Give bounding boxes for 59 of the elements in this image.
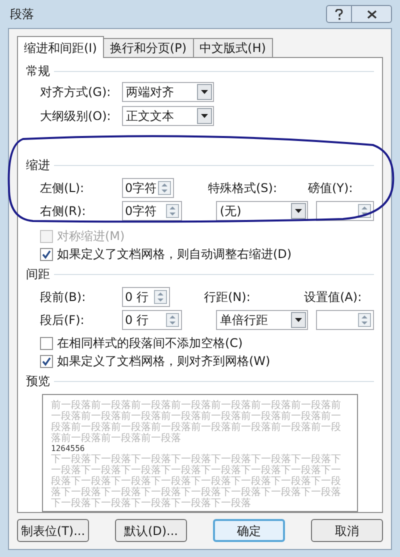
- preview-sample: 1264556: [51, 444, 86, 454]
- field-label: 磅值(Y):: [308, 180, 354, 197]
- tab[interactable]: 换行和分页(P): [104, 38, 194, 57]
- dialog-button[interactable]: 默认(D)...: [114, 519, 187, 542]
- tab[interactable]: 缩进和间距(I): [17, 36, 104, 58]
- checkbox[interactable]: [40, 354, 53, 368]
- field-label: 行距(N):: [204, 289, 252, 306]
- field-label: 左侧(L):: [40, 180, 86, 197]
- number-field[interactable]: 0 行: [122, 287, 170, 307]
- dropdown[interactable]: (无): [216, 201, 308, 221]
- dropdown-value: 单倍行距: [220, 312, 268, 329]
- checkbox-label: 如果定义了文档网格，则对齐到网格(W): [57, 353, 270, 370]
- section-heading: 间距: [26, 266, 50, 283]
- dropdown[interactable]: 单倍行距: [216, 310, 308, 330]
- checkbox-label: 对称缩进(M): [57, 228, 125, 245]
- field-label: 大纲级别(O):: [40, 108, 112, 125]
- checkbox[interactable]: [40, 336, 53, 350]
- dropdown[interactable]: 正文文本: [122, 106, 214, 126]
- number-field[interactable]: 0 行: [122, 310, 182, 330]
- preview-text: 下一段落下一段落下一段落下一段落下一段落下一段落下一段落下一段落下一段落下一段落下一段落下一段落下一段落下一段落下一段落下一段落下一段落下一段落下一段落下一段落下一段落下一段落下一段落下一段落下一段落下一段落下一段落下一段落下一段落下一段落下一段落下一段落下一段落下一段落: [51, 454, 342, 509]
- checkbox-label: 如果定义了文档网格，则自动调整右缩进(D): [57, 246, 292, 263]
- spinner-icon: [158, 181, 171, 195]
- field-value: 0 行: [125, 289, 148, 306]
- number-field[interactable]: [316, 310, 374, 330]
- spinner-icon: [166, 204, 179, 218]
- spinner-icon: [154, 290, 167, 304]
- dropdown-value: (无): [220, 203, 242, 220]
- field-value: 0 行: [125, 312, 148, 329]
- close-icon: [366, 10, 376, 18]
- number-field[interactable]: 0字符: [122, 201, 182, 221]
- dialog-button[interactable]: 制表位(T)...: [17, 519, 89, 542]
- help-icon: [335, 8, 343, 20]
- number-field[interactable]: 0字符: [122, 178, 174, 198]
- section-heading: 预览: [26, 373, 50, 390]
- field-label: 段前(B):: [40, 289, 87, 306]
- field-label: 特殊格式(S):: [208, 180, 278, 197]
- dropdown-value: 两端对齐: [126, 84, 174, 101]
- dropdown-value: 正文文本: [126, 108, 174, 125]
- spinner-icon: [358, 313, 371, 327]
- field-label: 右侧(R):: [40, 203, 87, 220]
- close-button[interactable]: [352, 5, 392, 23]
- field-value: 0字符: [125, 203, 157, 220]
- checkbox[interactable]: [40, 248, 53, 260]
- section-heading: 缩进: [26, 157, 50, 174]
- number-field[interactable]: [316, 201, 374, 221]
- help-button[interactable]: [326, 5, 352, 23]
- dialog-button[interactable]: 确定: [212, 519, 286, 542]
- dialog-button[interactable]: 取消: [311, 519, 383, 542]
- dropdown[interactable]: 两端对齐: [122, 82, 214, 102]
- spinner-icon: [166, 313, 179, 327]
- field-label: 设置值(A):: [304, 289, 363, 306]
- checkbox-label: 在相同样式的段落间不添加空格(C): [57, 335, 243, 352]
- window-title: 段落: [10, 6, 34, 23]
- field-value: 0字符: [125, 180, 157, 197]
- field-label: 段后(F):: [40, 312, 86, 329]
- field-label: 对齐方式(G):: [40, 84, 112, 101]
- preview-text: 前一段落前一段落前一段落前一段落前一段落前一段落前一段落前一段落前一段落前一段落前一段落前一段落前一段落前一段落前一段落前一段落前一段落前一段落前一段落前一段落前一段落前一段落前一段落前一段落前一段落: [51, 400, 342, 444]
- tab[interactable]: 中文版式(H): [194, 38, 273, 57]
- section-heading: 常规: [26, 63, 50, 80]
